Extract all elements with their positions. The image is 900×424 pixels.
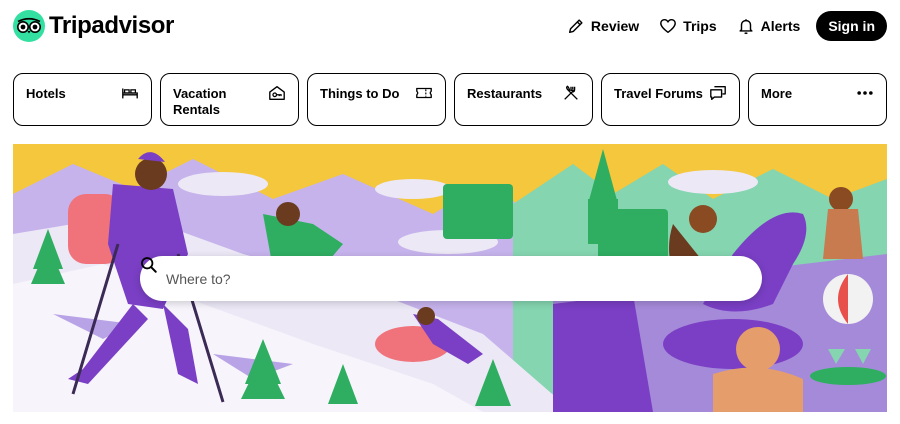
review-link[interactable]: Review: [557, 11, 649, 41]
bed-icon: [122, 88, 138, 99]
category-hotels[interactable]: Hotels: [13, 73, 152, 126]
category-restaurants[interactable]: Restaurants: [454, 73, 593, 126]
category-vacation-rentals[interactable]: Vacation Rentals: [160, 73, 299, 126]
trips-label: Trips: [683, 18, 717, 34]
category-more[interactable]: More: [748, 73, 887, 126]
header-nav: Review Trips Alerts Sign in: [557, 11, 887, 41]
house-key-icon: [269, 86, 285, 100]
brand-name: Tripadvisor: [49, 12, 174, 39]
category-label: Travel Forums: [614, 86, 703, 101]
search-icon: [141, 257, 157, 273]
alerts-link[interactable]: Alerts: [727, 11, 811, 41]
category-things-to-do[interactable]: Things to Do: [307, 73, 446, 126]
category-label: Vacation Rentals: [173, 86, 227, 117]
fork-knife-icon: [564, 85, 578, 100]
category-bar: Hotels Vacation Rentals Things to Do Res…: [13, 73, 887, 126]
search-bar[interactable]: [140, 256, 762, 301]
alerts-label: Alerts: [760, 18, 801, 34]
top-header: Tripadvisor Review Trips Alerts Sign in: [0, 0, 900, 56]
category-label: Restaurants: [467, 86, 543, 101]
heart-icon: [660, 18, 677, 34]
bell-icon: [739, 19, 753, 35]
category-label: More: [761, 86, 793, 101]
search-input[interactable]: [166, 270, 726, 287]
review-label: Review: [590, 18, 640, 34]
trips-link[interactable]: Trips: [649, 11, 726, 41]
sign-in-button[interactable]: Sign in: [816, 11, 887, 41]
chat-bubbles-icon: [710, 86, 726, 100]
ticket-icon: [416, 87, 432, 99]
owl-logo-icon: [13, 10, 45, 42]
category-travel-forums[interactable]: Travel Forums: [601, 73, 740, 126]
tripadvisor-logo[interactable]: Tripadvisor: [13, 10, 174, 42]
category-label: Hotels: [26, 86, 66, 101]
category-label: Things to Do: [320, 86, 400, 101]
pencil-icon: [568, 19, 583, 34]
hero-banner: [13, 144, 887, 412]
more-dots-icon: [857, 91, 873, 95]
